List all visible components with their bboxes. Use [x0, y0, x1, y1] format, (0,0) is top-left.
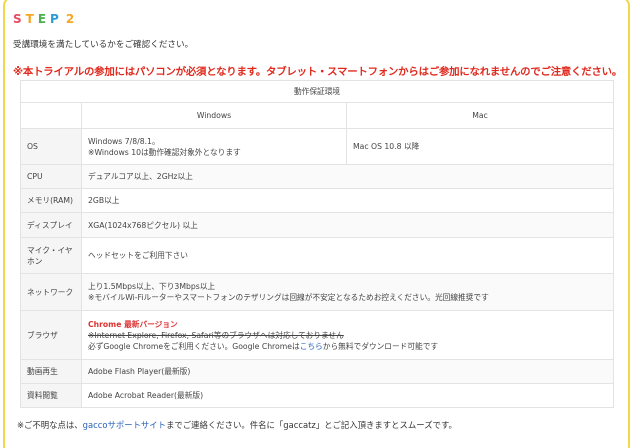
- row-label-docs: 資料閲覧: [20, 383, 82, 408]
- row-label-memory: メモリ(RAM): [20, 188, 82, 213]
- intro-text: 受講環境を満たしているかをご確認ください。: [13, 40, 194, 50]
- os-windows: Windows 7/8/8.1。: [88, 136, 160, 146]
- table-corner: [20, 102, 82, 129]
- chrome-download-link[interactable]: こちら: [300, 342, 323, 351]
- video-value: Adobe Flash Player(最新版): [80, 359, 615, 384]
- footer-text: ※ご不明な点は、: [17, 420, 83, 430]
- table-row: 動画再生 Adobe Flash Player(最新版): [20, 359, 615, 384]
- network-speed: 上り1.5Mbps以上、下り3Mbps以上: [88, 282, 216, 291]
- table-row: OS Windows 7/8/8.1。 ※Windows 10は動作確認対象外と…: [20, 128, 615, 165]
- col-windows: Windows: [81, 102, 347, 129]
- step-letter: T: [25, 12, 35, 26]
- browser-download-text-end: から無料でダウンロード可能です: [322, 341, 439, 351]
- requirements-table: 動作保証環境 Windows Mac OS Windows 7/8/8.1。 ※…: [19, 80, 615, 408]
- browser-cell: Chrome 最新バージョン ※Internet Explore, Firefo…: [80, 310, 615, 360]
- table-row: ブラウザ Chrome 最新バージョン ※Internet Explore, F…: [20, 310, 615, 360]
- row-label-display: ディスプレイ: [20, 212, 82, 238]
- browser-unsupported-note: ※Internet Explore, Firefox, Safari等のブラウザ…: [88, 330, 344, 340]
- network-note: ※モバイルWi-Fiルーターやスマートフォンのテザリングは回線が不安定となるため…: [88, 293, 489, 302]
- cpu-value: デュアルコア以上、2GHz以上: [80, 164, 615, 189]
- col-mac: Mac: [345, 102, 615, 129]
- row-label-cpu: CPU: [20, 164, 82, 189]
- table-row: ディスプレイ XGA(1024x768ピクセル) 以上: [20, 212, 615, 238]
- row-label-network: ネットワーク: [20, 273, 82, 311]
- memory-value: 2GB以上: [80, 188, 615, 213]
- table-row: マイク・イヤホン ヘッドセットをご利用下さい: [20, 237, 615, 274]
- os-windows-note: ※Windows 10は動作確認対象外となります: [88, 147, 241, 157]
- table-row: 資料閲覧 Adobe Acrobat Reader(最新版): [20, 383, 615, 408]
- table-row: ネットワーク 上り1.5Mbps以上、下り3Mbps以上 ※モバイルWi-Fiル…: [20, 273, 615, 311]
- os-windows-cell: Windows 7/8/8.1。 ※Windows 10は動作確認対象外となりま…: [81, 128, 347, 165]
- browser-requirement: Chrome 最新バージョン: [88, 319, 178, 329]
- browser-download-note: 必ずGoogle Chromeをご利用ください。Google Chromeはこち…: [88, 341, 607, 352]
- step-logo: S T E P 2: [13, 10, 75, 28]
- footer-text-end: までご連絡ください。件名に「gaccatz」とご記入頂きますとスムーズです。: [166, 420, 457, 430]
- row-label-os: OS: [20, 128, 82, 165]
- mic-value: ヘッドセットをご利用下さい: [80, 237, 615, 274]
- os-mac: Mac OS 10.8 以降: [345, 128, 615, 165]
- docs-value: Adobe Acrobat Reader(最新版): [80, 383, 615, 408]
- table-row: メモリ(RAM) 2GB以上: [20, 188, 615, 213]
- table-caption: 動作保証環境: [19, 80, 615, 103]
- step-letter: S: [13, 12, 23, 26]
- browser-download-text: 必ずGoogle Chromeをご利用ください。Google Chromeは: [88, 341, 300, 351]
- step-letter: E: [37, 12, 48, 26]
- row-label-mic: マイク・イヤホン: [20, 237, 82, 274]
- step-letter: P: [50, 12, 60, 26]
- support-site-link[interactable]: gaccoサポートサイト: [83, 420, 166, 430]
- network-cell: 上り1.5Mbps以上、下り3Mbps以上 ※モバイルWi-Fiルーターやスマー…: [80, 273, 615, 311]
- warning-text: ※本トライアルの参加にはパソコンが必須となります。タブレット・スマートフォンから…: [13, 66, 623, 78]
- table-row: CPU デュアルコア以上、2GHz以上: [20, 164, 615, 189]
- row-label-browser: ブラウザ: [20, 310, 82, 360]
- footer-note: ※ご不明な点は、gaccoサポートサイトまでご連絡ください。件名に「gaccat…: [17, 419, 457, 431]
- step-number: 2: [65, 12, 76, 26]
- row-label-video: 動画再生: [20, 359, 82, 384]
- display-value: XGA(1024x768ピクセル) 以上: [80, 212, 615, 238]
